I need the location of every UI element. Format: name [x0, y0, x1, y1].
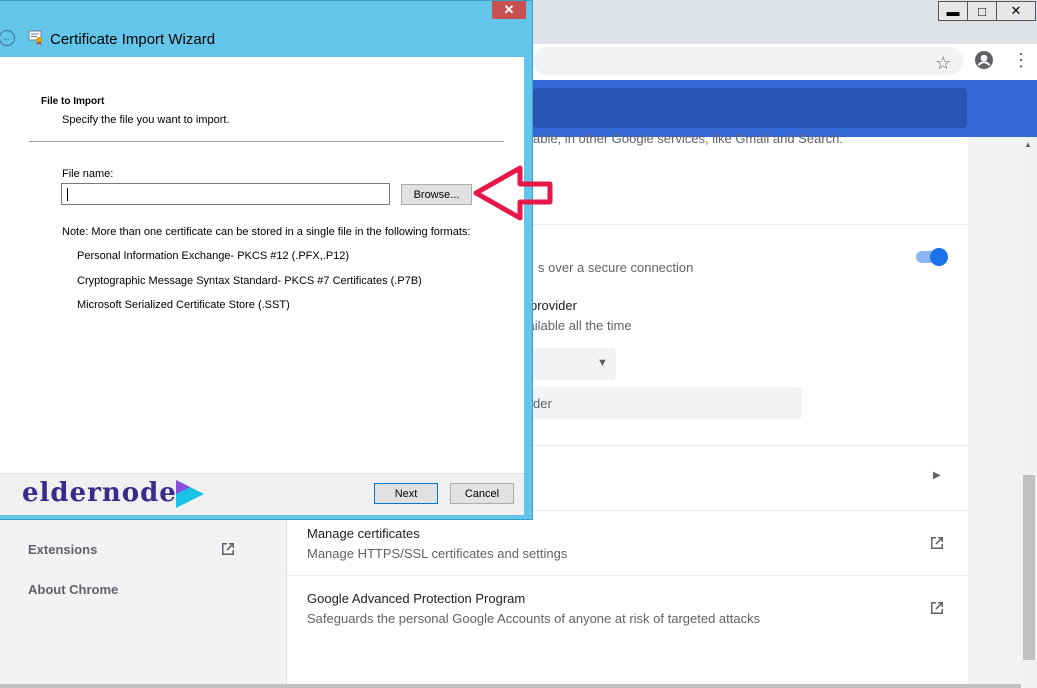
toggle-knob[interactable] [930, 248, 948, 266]
setting-description: able, in other Google services, like Gma… [533, 131, 843, 146]
eldernode-logo: eldernode [22, 478, 177, 508]
setting-description: vailable all the time [521, 318, 632, 333]
input-placeholder: der [533, 396, 552, 411]
advanced-protection-description: Safeguards the personal Google Accounts … [307, 611, 761, 626]
formats-note: Note: More than one certificate can be s… [62, 226, 471, 238]
address-bar[interactable] [533, 47, 963, 75]
settings-search-box[interactable] [533, 88, 967, 128]
logo-play-icon [176, 480, 204, 508]
maximize-button[interactable]: □ [967, 1, 997, 21]
next-button[interactable]: Next [374, 483, 438, 504]
scrollbar-thumb[interactable] [1023, 475, 1035, 660]
format-item: Cryptographic Message Syntax Standard- P… [77, 275, 422, 287]
open-in-new-icon[interactable] [928, 534, 946, 557]
section-subtitle: Specify the file you want to import. [62, 114, 230, 126]
sidebar-item-about-chrome[interactable]: About Chrome [28, 582, 118, 597]
horizontal-scrollbar[interactable] [0, 684, 1021, 688]
profile-avatar-icon[interactable] [974, 50, 994, 75]
annotation-arrow-icon [473, 165, 553, 221]
manage-certificates-title[interactable]: Manage certificates [307, 526, 420, 541]
open-in-new-icon[interactable] [928, 599, 946, 622]
bookmark-star-icon[interactable]: ☆ [935, 53, 951, 74]
divider [287, 575, 968, 576]
setting-description: s over a secure connection [538, 260, 694, 275]
back-arrow-icon[interactable]: ← [0, 30, 15, 46]
dropdown-arrow-icon[interactable]: ▼ [597, 357, 608, 369]
section-title: File to Import [41, 96, 105, 107]
format-item: Personal Information Exchange- PKCS #12 … [77, 250, 350, 262]
dialog-close-button[interactable]: ✕ [492, 1, 526, 19]
sidebar-item-extensions[interactable]: Extensions [28, 542, 97, 557]
scroll-up-arrow-icon[interactable]: ▲ [1024, 140, 1032, 149]
certificate-import-wizard-dialog: ✕ ← Certificate Import Wizard File to Im… [0, 0, 533, 520]
file-name-input[interactable] [61, 183, 390, 205]
browse-button[interactable]: Browse... [401, 184, 472, 205]
setting-title: provider [530, 298, 577, 313]
cancel-button[interactable]: Cancel [450, 483, 514, 504]
menu-kebab-icon[interactable]: ⋮ [1012, 50, 1030, 71]
format-item: Microsoft Serialized Certificate Store (… [77, 299, 290, 311]
certificate-icon [27, 28, 45, 50]
close-window-button[interactable]: ✕ [996, 1, 1036, 21]
open-in-new-icon[interactable] [219, 540, 237, 563]
minimize-button[interactable]: ▬ [938, 1, 968, 21]
separator [29, 141, 504, 142]
dialog-title: Certificate Import Wizard [50, 31, 216, 48]
chevron-right-icon[interactable]: ▶ [933, 470, 941, 481]
manage-certificates-description: Manage HTTPS/SSL certificates and settin… [307, 546, 568, 561]
file-name-label: File name: [62, 168, 114, 180]
advanced-protection-title[interactable]: Google Advanced Protection Program [307, 591, 525, 606]
